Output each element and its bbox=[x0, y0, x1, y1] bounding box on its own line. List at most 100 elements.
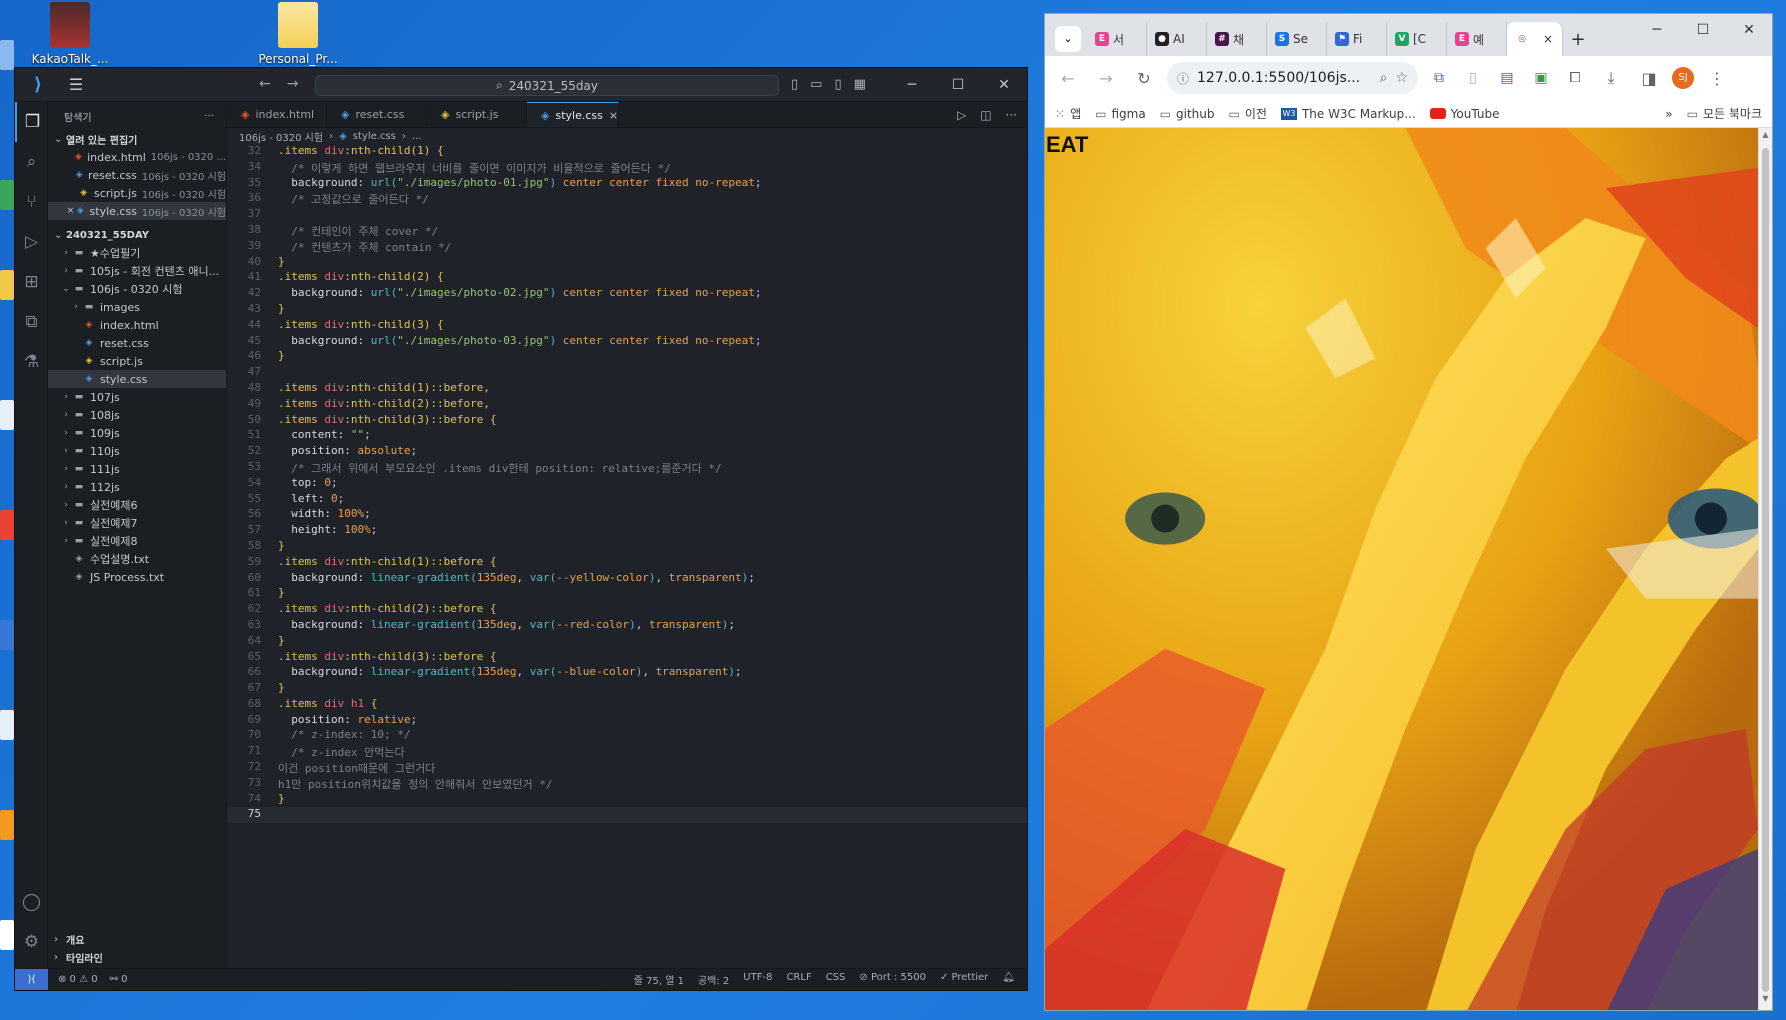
open-editors-header[interactable]: ⌄ 열려 있는 편집기 bbox=[48, 130, 226, 148]
tree-file[interactable]: ◈ index.html bbox=[48, 316, 226, 334]
back-arrow-icon[interactable]: ← bbox=[1053, 69, 1083, 88]
extensions-puzzle-icon[interactable]: ⧠ bbox=[1562, 70, 1588, 86]
back-arrow-icon[interactable]: ← bbox=[259, 76, 271, 92]
menu-icon[interactable]: ☰ bbox=[61, 75, 91, 94]
tab-script-js[interactable]: ◈ script.js bbox=[427, 102, 527, 127]
code-line[interactable]: 47 bbox=[227, 365, 1027, 381]
settings-gear-icon[interactable]: ⚙ bbox=[15, 922, 48, 962]
toggle-sidebar-icon[interactable]: ▯ bbox=[791, 77, 798, 92]
code-line[interactable]: 65 .items div:nth-child(3)::before { bbox=[227, 650, 1027, 666]
tree-folder[interactable]: › ▬ 107js bbox=[48, 388, 226, 406]
indentation[interactable]: 공백: 2 bbox=[698, 972, 729, 987]
bookmark-apps[interactable]: ⁙ 앱 bbox=[1055, 105, 1081, 122]
maximize-icon[interactable]: ☐ bbox=[1680, 14, 1726, 46]
desktop-icon-partial[interactable] bbox=[0, 180, 14, 210]
tree-folder[interactable]: › ▬ 실전예제6 bbox=[48, 496, 226, 514]
open-editor-item[interactable]: ◈ index.html 106js - 0320 ... bbox=[48, 148, 226, 166]
bookmark-youtube[interactable]: YouTube bbox=[1429, 107, 1499, 121]
code-line[interactable]: 37 bbox=[227, 207, 1027, 223]
breadcrumb-folder[interactable]: 106js - 0320 시험 bbox=[239, 129, 323, 144]
toggle-secondary-sidebar-icon[interactable]: ▯ bbox=[834, 77, 841, 92]
code-line[interactable]: 36 /* 고정값으로 줄어든다 */ bbox=[227, 191, 1027, 207]
code-line[interactable]: 40} bbox=[227, 255, 1027, 271]
tree-folder[interactable]: › ▬ images bbox=[48, 298, 226, 316]
code-line[interactable]: 72 이건 position때문에 그런거다 bbox=[227, 760, 1027, 776]
code-line[interactable]: 53 /* 그래서 위에서 부모요소인 .items div한테 positio… bbox=[227, 460, 1027, 476]
close-tab-icon[interactable]: × bbox=[1543, 32, 1553, 46]
code-line[interactable]: 60 background: linear-gradient(135deg, v… bbox=[227, 571, 1027, 587]
more-actions-icon[interactable]: ··· bbox=[204, 111, 214, 122]
desktop-icon-partial[interactable] bbox=[0, 920, 14, 950]
code-line[interactable]: 49 .items div:nth-child(2)::before, bbox=[227, 397, 1027, 413]
open-editor-item[interactable]: ◈ reset.css 106js - 0320 시험 bbox=[48, 166, 226, 184]
profile-avatar[interactable]: SJ bbox=[1672, 67, 1694, 89]
code-line[interactable]: 43} bbox=[227, 302, 1027, 318]
code-line[interactable]: 67} bbox=[227, 681, 1027, 697]
more-actions-icon[interactable]: ··· bbox=[1006, 108, 1017, 122]
address-bar[interactable]: ⓘ 127.0.0.1:5500/106js... ⌕ ☆ bbox=[1167, 62, 1418, 94]
tree-folder[interactable]: › ▬ 111js bbox=[48, 460, 226, 478]
extension-icon[interactable]: ▣ bbox=[1528, 70, 1554, 86]
close-tab-icon[interactable]: × bbox=[609, 109, 618, 122]
forward-arrow-icon[interactable]: → bbox=[1091, 69, 1121, 88]
minimize-icon[interactable]: ─ bbox=[889, 68, 935, 102]
timeline-header[interactable]: › 타임라인 bbox=[48, 948, 226, 966]
end-of-line[interactable]: CRLF bbox=[786, 972, 811, 987]
code-line[interactable]: 73 h1만 position위치값을 정의 안해줘서 안보였던거 */ bbox=[227, 776, 1027, 792]
page-scrollbar[interactable]: ▲ ▼ bbox=[1758, 128, 1772, 1010]
code-line[interactable]: 52 position: absolute; bbox=[227, 444, 1027, 460]
tree-file[interactable]: ◈ script.js bbox=[48, 352, 226, 370]
code-line[interactable]: 74} bbox=[227, 792, 1027, 808]
tree-file[interactable]: ◈ 수업설명.txt bbox=[48, 550, 226, 568]
notifications-bell-icon[interactable]: 🔔︎ bbox=[1002, 972, 1015, 987]
code-line[interactable]: 41 .items div:nth-child(2) { bbox=[227, 270, 1027, 286]
remote-explorer-icon[interactable]: ⧉ bbox=[15, 302, 48, 342]
tree-folder[interactable]: › ▬ ★수업필기 bbox=[48, 244, 226, 262]
open-editor-item-active[interactable]: × ◈ style.css 106js - 0320 시험 bbox=[48, 202, 226, 220]
explorer-icon[interactable]: ❐ bbox=[15, 102, 48, 142]
code-line[interactable]: 56 width: 100%; bbox=[227, 507, 1027, 523]
code-line[interactable]: 57 height: 100%; bbox=[227, 523, 1027, 539]
close-editor-icon[interactable]: × bbox=[66, 206, 75, 216]
scroll-down-arrow-icon[interactable]: ▼ bbox=[1759, 994, 1772, 1008]
outline-section[interactable]: › 개요 bbox=[48, 930, 226, 948]
browser-tab-active[interactable]: ◎ × bbox=[1507, 22, 1563, 56]
site-info-icon[interactable]: ⓘ bbox=[1177, 70, 1189, 87]
maximize-icon[interactable]: ☐ bbox=[935, 68, 981, 102]
bookmark-w3c[interactable]: W3 The W3C Markup... bbox=[1280, 107, 1416, 121]
split-editor-icon[interactable]: ◫ bbox=[980, 108, 991, 122]
tree-folder[interactable]: › ▬ 110js bbox=[48, 442, 226, 460]
code-line[interactable]: 50 .items div:nth-child(3)::before { bbox=[227, 413, 1027, 429]
code-line[interactable]: 61} bbox=[227, 586, 1027, 602]
desktop-icon-partial[interactable] bbox=[0, 270, 14, 300]
encoding[interactable]: UTF-8 bbox=[743, 972, 772, 987]
breadcrumb-file[interactable]: style.css bbox=[353, 131, 396, 142]
desktop-icon-kakaotalk[interactable]: KakaoTalk_... bbox=[30, 2, 110, 66]
browser-tab[interactable]: E예 bbox=[1447, 22, 1507, 56]
command-center-search[interactable]: ⌕ 240321_55day bbox=[315, 75, 779, 96]
code-line[interactable]: 35 background: url("./images/photo-01.jp… bbox=[227, 176, 1027, 192]
prettier-status[interactable]: ✓ Prettier bbox=[940, 972, 988, 987]
desktop-icon-personal-folder[interactable]: Personal_Pr... bbox=[258, 2, 338, 66]
tree-file[interactable]: ◈ style.css bbox=[48, 370, 226, 388]
zoom-icon[interactable]: ⌕ bbox=[1380, 70, 1388, 86]
tree-folder[interactable]: › ▬ 109js bbox=[48, 424, 226, 442]
code-line[interactable]: 64} bbox=[227, 634, 1027, 650]
all-bookmarks-folder[interactable]: ▭ 모든 북마크 bbox=[1687, 105, 1762, 122]
code-line[interactable]: 58} bbox=[227, 539, 1027, 555]
desktop-icon-partial[interactable] bbox=[0, 620, 14, 650]
code-line[interactable]: 59 .items div:nth-child(1)::before { bbox=[227, 555, 1027, 571]
code-line[interactable]: 71 /* z-index 안먹는다 bbox=[227, 744, 1027, 760]
extension-icon[interactable]: ▯ bbox=[1460, 70, 1486, 86]
code-line[interactable]: 68 .items div h1 { bbox=[227, 697, 1027, 713]
close-icon[interactable]: ✕ bbox=[1726, 14, 1772, 46]
testing-icon[interactable]: ⚗ bbox=[15, 342, 48, 382]
forward-arrow-icon[interactable]: → bbox=[287, 76, 299, 92]
new-tab-button[interactable]: + bbox=[1563, 29, 1593, 50]
tree-file[interactable]: ◈ JS Process.txt bbox=[48, 568, 226, 586]
tree-folder[interactable]: › ▬ 112js bbox=[48, 478, 226, 496]
breadcrumb-symbol[interactable]: ... bbox=[412, 131, 422, 142]
ports-count[interactable]: ⚯ 0 bbox=[110, 974, 128, 985]
tree-folder[interactable]: › ▬ 실전예제7 bbox=[48, 514, 226, 532]
tree-folder[interactable]: ⌄ ▬ 106js - 0320 시험 bbox=[48, 280, 226, 298]
